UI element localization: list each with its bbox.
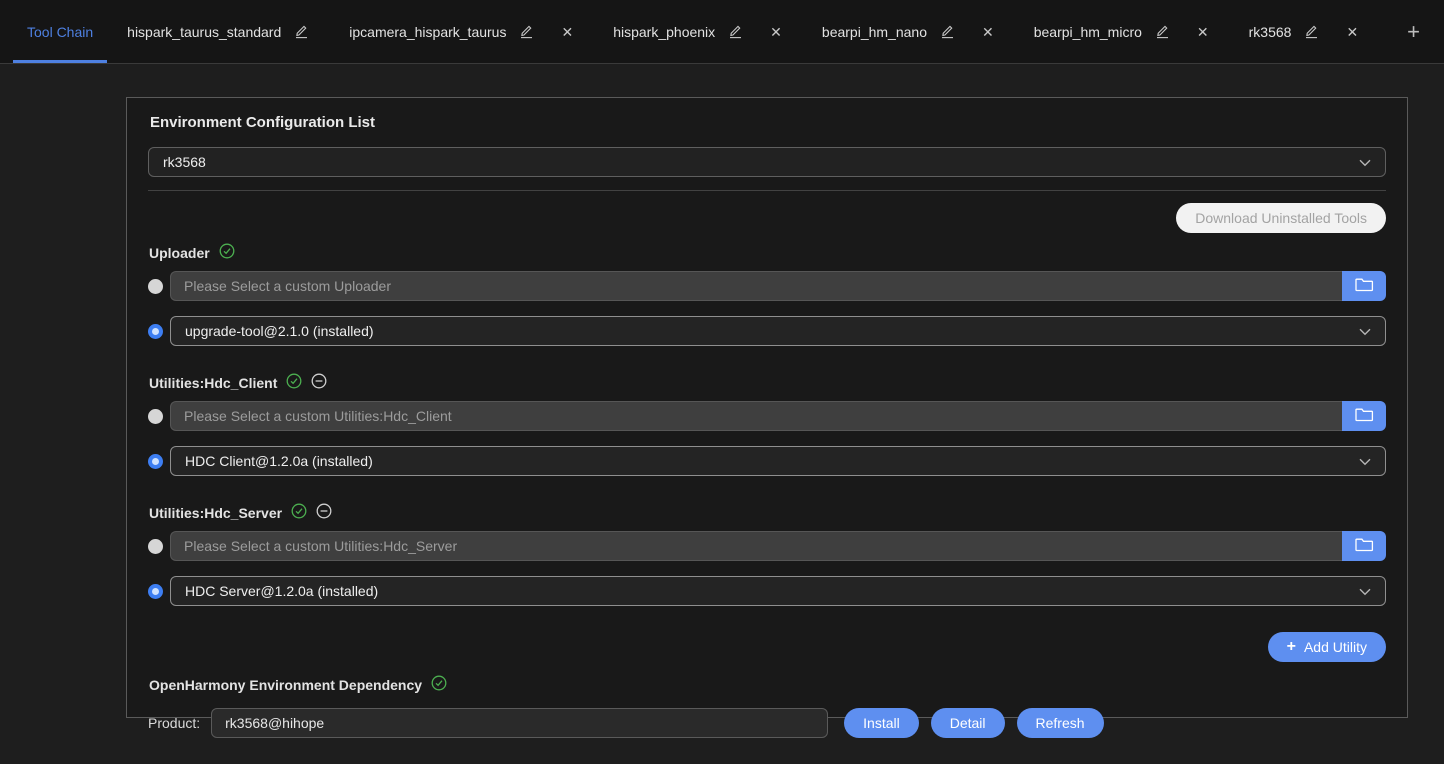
edit-icon[interactable] (1304, 24, 1319, 39)
edit-icon[interactable] (1155, 24, 1170, 39)
chevron-down-icon (1359, 154, 1371, 170)
tab-label: ipcamera_hispark_taurus (349, 24, 506, 40)
hdc-client-version-select[interactable]: HDC Client@1.2.0a (installed) (170, 446, 1386, 476)
dependency-section-label: OpenHarmony Environment Dependency (149, 675, 1386, 694)
section-label-text: Uploader (149, 245, 210, 261)
section-hdc-client-label: Utilities:Hdc_Client (149, 373, 1386, 392)
tab-bearpi-hm-nano[interactable]: bearpi_hm_nano ✕ (802, 0, 1014, 63)
plus-icon: + (1287, 639, 1296, 655)
environment-configuration-panel: Environment Configuration List rk3568 Do… (126, 97, 1408, 718)
hdc-client-version-value: HDC Client@1.2.0a (installed) (185, 453, 1359, 469)
tab-bar: Tool Chain hispark_taurus_standard ipcam… (0, 0, 1444, 64)
check-circle-icon (219, 243, 235, 262)
detail-button[interactable]: Detail (931, 708, 1005, 738)
custom-uploader-input[interactable] (170, 271, 1342, 301)
tab-hispark-taurus-standard[interactable]: hispark_taurus_standard (107, 0, 329, 63)
installed-uploader-radio[interactable] (148, 324, 163, 339)
tab-label: rk3568 (1249, 24, 1292, 40)
tab-label: Tool Chain (27, 24, 93, 40)
download-uninstalled-tools-button[interactable]: Download Uninstalled Tools (1176, 203, 1386, 233)
tab-bearpi-hm-micro[interactable]: bearpi_hm_micro ✕ (1014, 0, 1229, 63)
custom-hdc-server-radio[interactable] (148, 539, 163, 554)
uploader-version-select[interactable]: upgrade-tool@2.1.0 (installed) (170, 316, 1386, 346)
hdc-server-version-value: HDC Server@1.2.0a (installed) (185, 583, 1359, 599)
custom-hdc-client-radio[interactable] (148, 409, 163, 424)
edit-icon[interactable] (728, 24, 743, 39)
browse-folder-button[interactable] (1342, 401, 1386, 431)
custom-hdc-client-input[interactable] (170, 401, 1342, 431)
section-uploader-label: Uploader (149, 243, 1386, 262)
chevron-down-icon (1359, 323, 1371, 339)
page-title: Environment Configuration List (150, 114, 1386, 131)
divider (148, 190, 1386, 191)
config-list-value: rk3568 (163, 154, 1359, 170)
refresh-button[interactable]: Refresh (1017, 708, 1104, 738)
tab-rk3568[interactable]: rk3568 ✕ (1229, 0, 1379, 63)
remove-utility-icon[interactable] (311, 373, 327, 392)
close-icon[interactable]: ✕ (1197, 25, 1209, 39)
installed-hdc-server-radio[interactable] (148, 584, 163, 599)
close-icon[interactable]: ✕ (770, 25, 782, 39)
check-circle-icon (431, 675, 447, 694)
remove-utility-icon[interactable] (316, 503, 332, 522)
close-icon[interactable]: ✕ (561, 25, 573, 39)
tab-label: bearpi_hm_micro (1034, 24, 1142, 40)
check-circle-icon (286, 373, 302, 392)
folder-icon (1355, 277, 1374, 295)
edit-icon[interactable] (294, 24, 309, 39)
tab-label: hispark_taurus_standard (127, 24, 281, 40)
install-button[interactable]: Install (844, 708, 919, 738)
folder-icon (1355, 407, 1374, 425)
hdc-server-version-select[interactable]: HDC Server@1.2.0a (installed) (170, 576, 1386, 606)
section-hdc-server-label: Utilities:Hdc_Server (149, 503, 1386, 522)
folder-icon (1355, 537, 1374, 555)
browse-folder-button[interactable] (1342, 271, 1386, 301)
section-label-text: Utilities:Hdc_Client (149, 375, 277, 391)
close-icon[interactable]: ✕ (982, 25, 994, 39)
custom-hdc-server-input[interactable] (170, 531, 1342, 561)
dependency-title: OpenHarmony Environment Dependency (149, 677, 422, 693)
tab-label: bearpi_hm_nano (822, 24, 927, 40)
edit-icon[interactable] (940, 24, 955, 39)
browse-folder-button[interactable] (1342, 531, 1386, 561)
tab-label: hispark_phoenix (613, 24, 715, 40)
installed-hdc-client-radio[interactable] (148, 454, 163, 469)
custom-uploader-radio[interactable] (148, 279, 163, 294)
add-tab-button[interactable]: + (1397, 15, 1430, 49)
product-input[interactable] (211, 708, 828, 738)
tab-tool-chain[interactable]: Tool Chain (13, 0, 107, 63)
chevron-down-icon (1359, 583, 1371, 599)
section-label-text: Utilities:Hdc_Server (149, 505, 282, 521)
tab-hispark-phoenix[interactable]: hispark_phoenix ✕ (593, 0, 802, 63)
config-list-select[interactable]: rk3568 (148, 147, 1386, 177)
chevron-down-icon (1359, 453, 1371, 469)
edit-icon[interactable] (519, 24, 534, 39)
check-circle-icon (291, 503, 307, 522)
tab-ipcamera-hispark-taurus[interactable]: ipcamera_hispark_taurus ✕ (329, 0, 593, 63)
add-utility-label: Add Utility (1304, 639, 1367, 655)
product-label: Product: (148, 715, 200, 731)
close-icon[interactable]: ✕ (1346, 25, 1358, 39)
add-utility-button[interactable]: + Add Utility (1268, 632, 1386, 662)
uploader-version-value: upgrade-tool@2.1.0 (installed) (185, 323, 1359, 339)
